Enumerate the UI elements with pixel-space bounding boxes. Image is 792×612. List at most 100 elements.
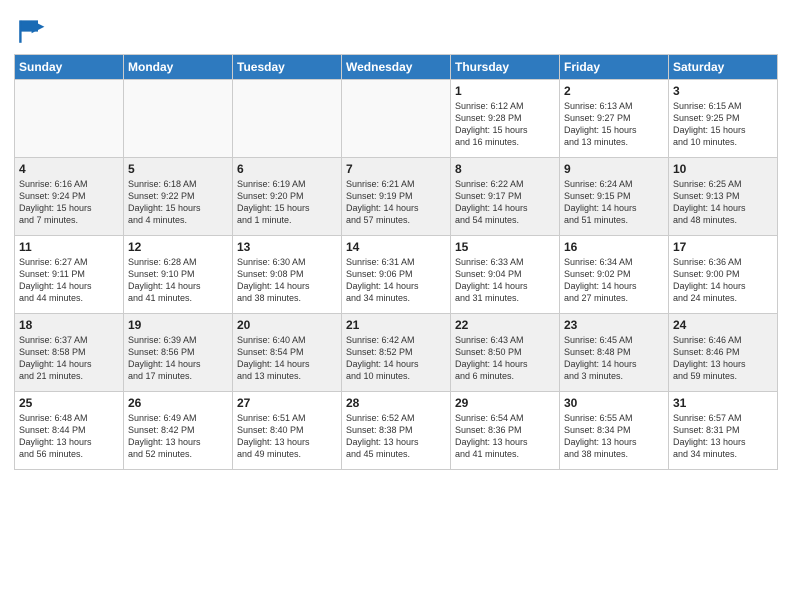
calendar-cell: 13 Sunrise: 6:30 AM Sunset: 9:08 PM Dayli…	[233, 236, 342, 314]
calendar-cell	[342, 80, 451, 158]
day-number: 24	[673, 318, 773, 332]
calendar-cell: 27 Sunrise: 6:51 AM Sunset: 8:40 PM Dayli…	[233, 392, 342, 470]
day-info: Sunrise: 6:51 AM Sunset: 8:40 PM Dayligh…	[237, 412, 337, 461]
day-info: Sunrise: 6:22 AM Sunset: 9:17 PM Dayligh…	[455, 178, 555, 227]
day-number: 10	[673, 162, 773, 176]
day-number: 16	[564, 240, 664, 254]
calendar-cell: 23 Sunrise: 6:45 AM Sunset: 8:48 PM Dayli…	[560, 314, 669, 392]
calendar-cell: 28 Sunrise: 6:52 AM Sunset: 8:38 PM Dayli…	[342, 392, 451, 470]
day-number: 31	[673, 396, 773, 410]
day-info: Sunrise: 6:36 AM Sunset: 9:00 PM Dayligh…	[673, 256, 773, 305]
day-number: 17	[673, 240, 773, 254]
day-info: Sunrise: 6:30 AM Sunset: 9:08 PM Dayligh…	[237, 256, 337, 305]
day-number: 28	[346, 396, 446, 410]
calendar-cell: 6 Sunrise: 6:19 AM Sunset: 9:20 PM Daylig…	[233, 158, 342, 236]
day-info: Sunrise: 6:46 AM Sunset: 8:46 PM Dayligh…	[673, 334, 773, 383]
day-info: Sunrise: 6:21 AM Sunset: 9:19 PM Dayligh…	[346, 178, 446, 227]
calendar-cell: 21 Sunrise: 6:42 AM Sunset: 8:52 PM Dayli…	[342, 314, 451, 392]
day-info: Sunrise: 6:55 AM Sunset: 8:34 PM Dayligh…	[564, 412, 664, 461]
day-info: Sunrise: 6:39 AM Sunset: 8:56 PM Dayligh…	[128, 334, 228, 383]
day-info: Sunrise: 6:13 AM Sunset: 9:27 PM Dayligh…	[564, 100, 664, 149]
calendar-cell: 12Sunrise: 6:28 AM Sunset: 9:10 PM Dayli…	[124, 236, 233, 314]
calendar-week-1: 1Sunrise: 6:12 AM Sunset: 9:28 PM Daylig…	[15, 80, 778, 158]
calendar-cell: 26 Sunrise: 6:49 AM Sunset: 8:42 PM Dayli…	[124, 392, 233, 470]
logo-icon	[14, 14, 46, 46]
calendar-cell: 17 Sunrise: 6:36 AM Sunset: 9:00 PM Dayli…	[669, 236, 778, 314]
day-number: 30	[564, 396, 664, 410]
header	[14, 10, 778, 46]
weekday-header-monday: Monday	[124, 55, 233, 80]
day-info: Sunrise: 6:24 AM Sunset: 9:15 PM Dayligh…	[564, 178, 664, 227]
day-number: 29	[455, 396, 555, 410]
day-number: 11	[19, 240, 119, 254]
calendar-cell: 1Sunrise: 6:12 AM Sunset: 9:28 PM Daylig…	[451, 80, 560, 158]
day-number: 8	[455, 162, 555, 176]
calendar-cell: 4Sunrise: 6:16 AM Sunset: 9:24 PM Daylig…	[15, 158, 124, 236]
day-info: Sunrise: 6:57 AM Sunset: 8:31 PM Dayligh…	[673, 412, 773, 461]
calendar: SundayMondayTuesdayWednesdayThursdayFrid…	[14, 54, 778, 470]
calendar-cell: 22 Sunrise: 6:43 AM Sunset: 8:50 PM Dayli…	[451, 314, 560, 392]
day-number: 22	[455, 318, 555, 332]
calendar-cell: 29 Sunrise: 6:54 AM Sunset: 8:36 PM Dayli…	[451, 392, 560, 470]
day-info: Sunrise: 6:54 AM Sunset: 8:36 PM Dayligh…	[455, 412, 555, 461]
calendar-week-3: 11 Sunrise: 6:27 AM Sunset: 9:11 PM Dayli…	[15, 236, 778, 314]
calendar-week-2: 4Sunrise: 6:16 AM Sunset: 9:24 PM Daylig…	[15, 158, 778, 236]
day-number: 7	[346, 162, 446, 176]
calendar-cell: 15 Sunrise: 6:33 AM Sunset: 9:04 PM Dayli…	[451, 236, 560, 314]
calendar-cell: 18 Sunrise: 6:37 AM Sunset: 8:58 PM Dayli…	[15, 314, 124, 392]
day-info: Sunrise: 6:12 AM Sunset: 9:28 PM Dayligh…	[455, 100, 555, 149]
day-number: 2	[564, 84, 664, 98]
weekday-header-wednesday: Wednesday	[342, 55, 451, 80]
day-number: 26	[128, 396, 228, 410]
day-info: Sunrise: 6:16 AM Sunset: 9:24 PM Dayligh…	[19, 178, 119, 227]
day-number: 25	[19, 396, 119, 410]
calendar-cell	[15, 80, 124, 158]
calendar-cell: 20 Sunrise: 6:40 AM Sunset: 8:54 PM Dayli…	[233, 314, 342, 392]
day-number: 18	[19, 318, 119, 332]
day-number: 6	[237, 162, 337, 176]
day-number: 13	[237, 240, 337, 254]
day-number: 3	[673, 84, 773, 98]
weekday-header-sunday: Sunday	[15, 55, 124, 80]
calendar-cell: 9Sunrise: 6:24 AM Sunset: 9:15 PM Daylig…	[560, 158, 669, 236]
weekday-header-friday: Friday	[560, 55, 669, 80]
day-info: Sunrise: 6:52 AM Sunset: 8:38 PM Dayligh…	[346, 412, 446, 461]
day-info: Sunrise: 6:33 AM Sunset: 9:04 PM Dayligh…	[455, 256, 555, 305]
calendar-cell: 2 Sunrise: 6:13 AM Sunset: 9:27 PM Daylig…	[560, 80, 669, 158]
calendar-header-row: SundayMondayTuesdayWednesdayThursdayFrid…	[15, 55, 778, 80]
day-number: 23	[564, 318, 664, 332]
day-info: Sunrise: 6:34 AM Sunset: 9:02 PM Dayligh…	[564, 256, 664, 305]
day-number: 19	[128, 318, 228, 332]
day-number: 14	[346, 240, 446, 254]
day-number: 5	[128, 162, 228, 176]
day-number: 21	[346, 318, 446, 332]
day-info: Sunrise: 6:45 AM Sunset: 8:48 PM Dayligh…	[564, 334, 664, 383]
calendar-cell: 19 Sunrise: 6:39 AM Sunset: 8:56 PM Dayli…	[124, 314, 233, 392]
day-info: Sunrise: 6:48 AM Sunset: 8:44 PM Dayligh…	[19, 412, 119, 461]
day-info: Sunrise: 6:15 AM Sunset: 9:25 PM Dayligh…	[673, 100, 773, 149]
calendar-cell	[124, 80, 233, 158]
day-info: Sunrise: 6:18 AM Sunset: 9:22 PM Dayligh…	[128, 178, 228, 227]
weekday-header-tuesday: Tuesday	[233, 55, 342, 80]
calendar-cell: 5 Sunrise: 6:18 AM Sunset: 9:22 PM Daylig…	[124, 158, 233, 236]
day-info: Sunrise: 6:43 AM Sunset: 8:50 PM Dayligh…	[455, 334, 555, 383]
page: SundayMondayTuesdayWednesdayThursdayFrid…	[0, 0, 792, 612]
day-info: Sunrise: 6:27 AM Sunset: 9:11 PM Dayligh…	[19, 256, 119, 305]
logo	[14, 14, 50, 46]
calendar-cell: 10Sunrise: 6:25 AM Sunset: 9:13 PM Dayli…	[669, 158, 778, 236]
calendar-cell: 7 Sunrise: 6:21 AM Sunset: 9:19 PM Daylig…	[342, 158, 451, 236]
day-info: Sunrise: 6:37 AM Sunset: 8:58 PM Dayligh…	[19, 334, 119, 383]
weekday-header-saturday: Saturday	[669, 55, 778, 80]
calendar-cell: 8 Sunrise: 6:22 AM Sunset: 9:17 PM Daylig…	[451, 158, 560, 236]
calendar-cell: 30 Sunrise: 6:55 AM Sunset: 8:34 PM Dayli…	[560, 392, 669, 470]
day-info: Sunrise: 6:49 AM Sunset: 8:42 PM Dayligh…	[128, 412, 228, 461]
day-info: Sunrise: 6:40 AM Sunset: 8:54 PM Dayligh…	[237, 334, 337, 383]
day-number: 20	[237, 318, 337, 332]
day-info: Sunrise: 6:28 AM Sunset: 9:10 PM Dayligh…	[128, 256, 228, 305]
calendar-cell	[233, 80, 342, 158]
day-number: 27	[237, 396, 337, 410]
day-info: Sunrise: 6:19 AM Sunset: 9:20 PM Dayligh…	[237, 178, 337, 227]
day-info: Sunrise: 6:31 AM Sunset: 9:06 PM Dayligh…	[346, 256, 446, 305]
day-info: Sunrise: 6:42 AM Sunset: 8:52 PM Dayligh…	[346, 334, 446, 383]
day-number: 15	[455, 240, 555, 254]
